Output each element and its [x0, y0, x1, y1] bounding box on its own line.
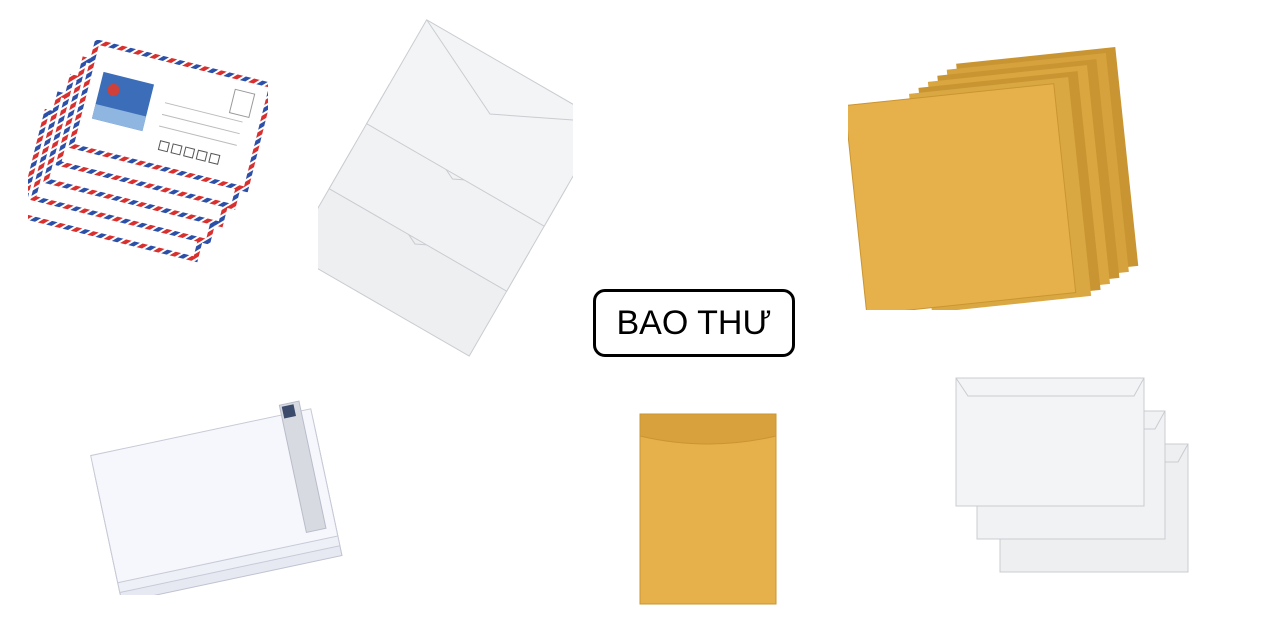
- kraft-envelope-single-icon: [639, 413, 777, 605]
- kraft-envelope-stack-icon: [848, 47, 1139, 310]
- white-envelope-trio-icon: [318, 19, 573, 357]
- airmail-envelope-stack-icon: [28, 40, 268, 263]
- white-envelope-trio-small-icon: [955, 377, 1189, 573]
- white-envelope-ream-icon: [90, 400, 343, 595]
- page-title: BAO THƯ: [593, 289, 795, 357]
